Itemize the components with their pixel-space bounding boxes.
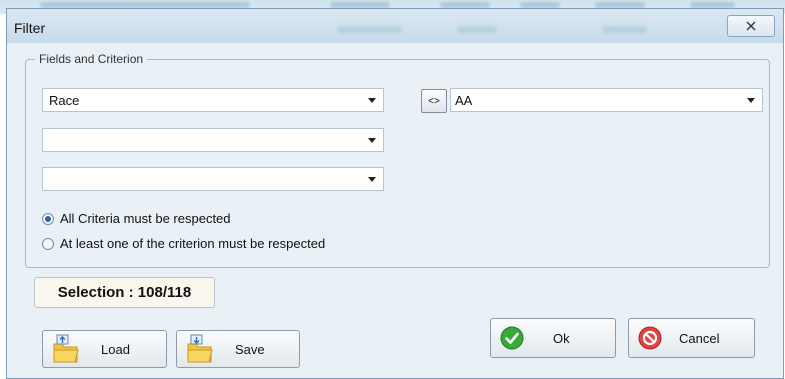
- folder-save-icon: [187, 334, 213, 363]
- chevron-down-icon: [368, 98, 376, 103]
- cancel-button[interactable]: Cancel: [628, 318, 755, 358]
- cancel-label: Cancel: [679, 330, 720, 346]
- selection-count: Selection : 108/118: [34, 277, 215, 308]
- radio-all-criteria-label: All Criteria must be respected: [60, 211, 231, 226]
- save-label: Save: [235, 341, 265, 357]
- operator-button[interactable]: <>: [421, 89, 447, 113]
- radio-all-criteria[interactable]: All Criteria must be respected: [42, 211, 231, 226]
- ok-label: Ok: [553, 330, 570, 346]
- load-button[interactable]: Load: [42, 330, 167, 368]
- ok-button[interactable]: Ok: [490, 318, 616, 358]
- chevron-down-icon: [368, 177, 376, 182]
- close-button[interactable]: [727, 15, 775, 37]
- value-select-1-value: AA: [455, 93, 473, 108]
- field-select-1[interactable]: Race: [42, 88, 384, 112]
- radio-button-checked[interactable]: [42, 212, 54, 225]
- folder-load-icon: [53, 334, 79, 363]
- radio-at-least-one-label: At least one of the criterion must be re…: [60, 236, 326, 251]
- group-legend: Fields and Criterion: [35, 52, 148, 66]
- load-label: Load: [101, 341, 130, 357]
- title-bar: Filter: [7, 9, 783, 43]
- field-select-1-value: Race: [49, 93, 80, 108]
- check-icon: [500, 326, 524, 350]
- field-select-3[interactable]: [42, 167, 384, 191]
- radio-button[interactable]: [42, 237, 54, 250]
- save-button[interactable]: Save: [176, 330, 300, 368]
- cancel-icon: [638, 326, 662, 350]
- field-select-2[interactable]: [42, 128, 384, 152]
- close-icon: [746, 21, 756, 31]
- chevron-down-icon: [368, 138, 376, 143]
- value-select-1[interactable]: AA: [450, 88, 763, 112]
- radio-at-least-one[interactable]: At least one of the criterion must be re…: [42, 236, 325, 251]
- chevron-down-icon: [747, 98, 755, 103]
- dialog-title: Filter: [14, 20, 46, 36]
